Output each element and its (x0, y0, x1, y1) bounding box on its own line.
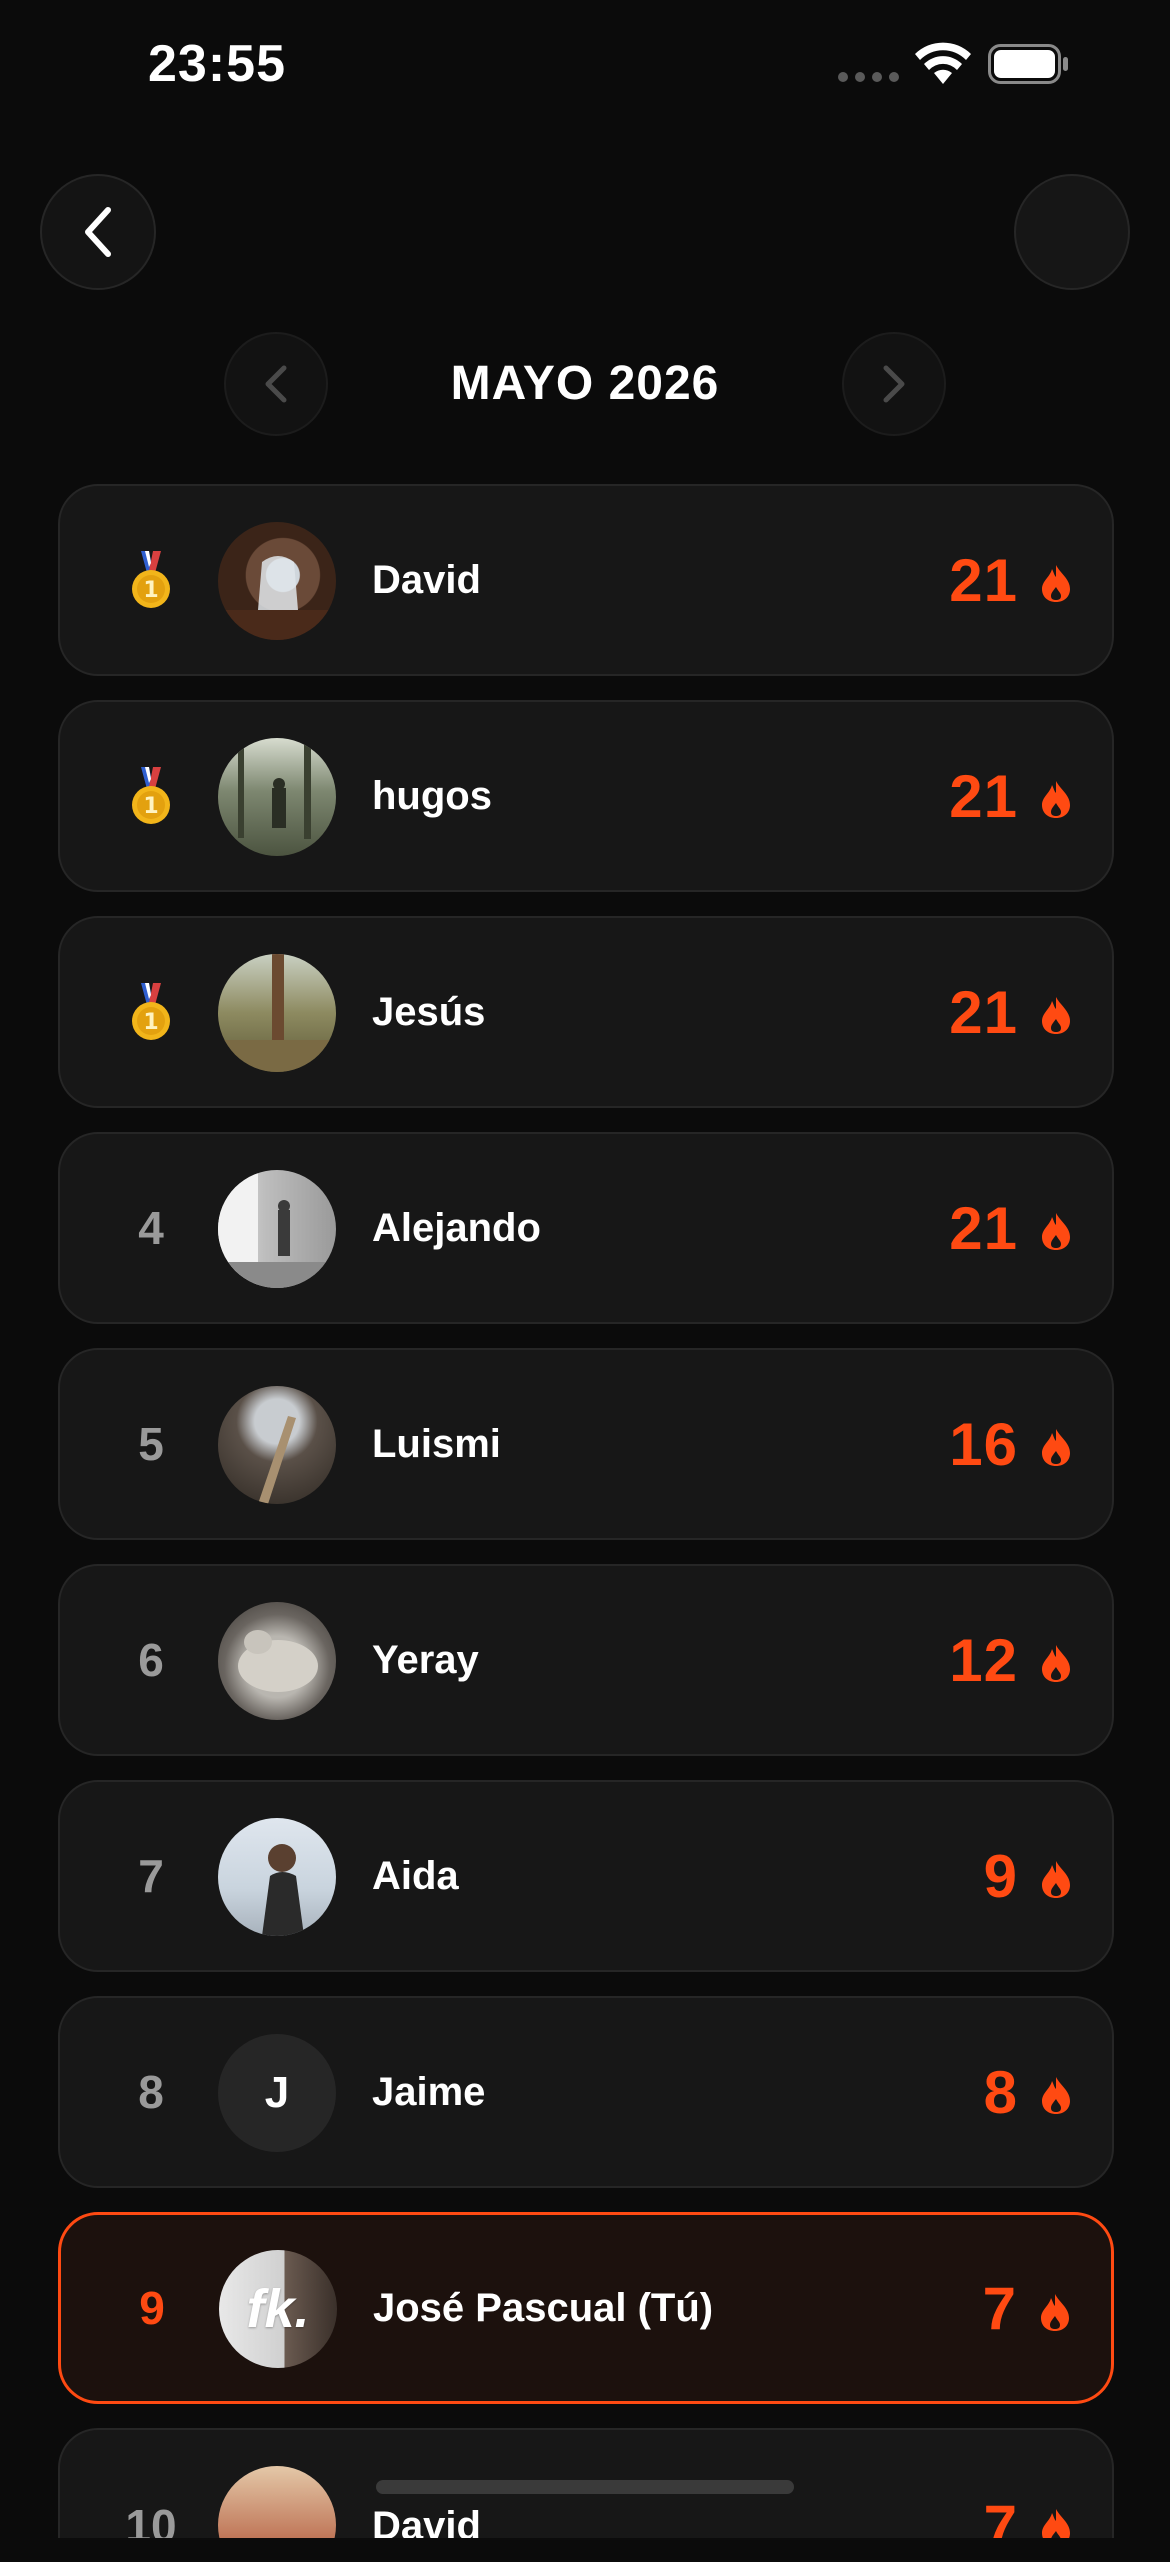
flame-icon (1041, 2294, 1069, 2331)
photo-avatar-image (218, 1170, 336, 1288)
svg-text:1: 1 (143, 578, 158, 603)
avatar (218, 1386, 336, 1504)
leaderboard-row[interactable]: 5 Luismi 16 (58, 1348, 1114, 1540)
flame-icon (1042, 2509, 1070, 2538)
rank-slot: 1 (100, 702, 202, 890)
player-name: Yeray (372, 1637, 479, 1682)
flame-icon (1042, 1861, 1070, 1898)
cellular-signal-icon (838, 72, 900, 82)
flame-icon (1042, 1213, 1070, 1250)
chevron-left-icon (85, 207, 111, 257)
gold-medal-icon: 1 (132, 767, 170, 824)
month-title: MAYO 2026 (450, 357, 720, 410)
avatar-text: fk. (246, 2279, 310, 2339)
score-value: 12 (949, 1626, 1018, 1694)
initial-avatar: J (218, 2034, 336, 2152)
home-indicator[interactable] (376, 2480, 794, 2494)
leaderboard-row[interactable]: 7 Aida 9 (58, 1780, 1114, 1972)
flame-icon (1042, 1645, 1070, 1682)
photo-avatar-image (238, 1630, 318, 1692)
avatar (218, 738, 336, 856)
wifi-icon (915, 42, 971, 84)
player-name: Jesús (372, 989, 486, 1034)
status-bar: 23:55 (0, 0, 1170, 130)
leaderboard-row[interactable]: 8 J Jaime 8 (58, 1996, 1114, 2188)
flame-icon (1042, 781, 1070, 818)
rank-slot: 4 (100, 1134, 202, 1322)
rank-number: 9 (139, 2282, 165, 2334)
rank-number: 6 (138, 1634, 164, 1686)
score-value: 21 (949, 978, 1018, 1046)
avatar (218, 1170, 336, 1288)
back-button[interactable] (40, 174, 156, 290)
flame-icon (1042, 997, 1070, 1034)
flame-icon (1042, 1429, 1070, 1466)
leaderboard-list: 1 David 21 1 hugos 21 1 Jesús 21 4 Aleja… (58, 484, 1114, 2562)
player-name: Alejando (372, 1205, 541, 1250)
rank-number: 4 (138, 1202, 164, 1254)
photo-avatar-image (218, 556, 336, 640)
rank-slot: 7 (100, 1782, 202, 1970)
player-name: Aida (372, 1853, 459, 1898)
profile-button[interactable] (1014, 174, 1130, 290)
battery-icon (988, 44, 1068, 84)
leaderboard-row[interactable]: 1 David 21 (58, 484, 1114, 676)
avatar (218, 954, 336, 1072)
rank-number: 7 (138, 1850, 164, 1902)
score-value: 16 (949, 1410, 1018, 1478)
score-value: 21 (949, 762, 1018, 830)
score-value: 21 (949, 546, 1018, 614)
leaderboard-row[interactable]: 4 Alejando 21 (58, 1132, 1114, 1324)
photo-avatar-image (262, 1844, 304, 1936)
chevron-right-icon (883, 365, 905, 403)
rank-slot: 5 (100, 1350, 202, 1538)
score-value: 7 (983, 2492, 1018, 2539)
avatar (218, 522, 336, 640)
rank-slot: 8 (100, 1998, 202, 2186)
avatar (218, 2466, 336, 2538)
rank-slot: 6 (100, 1566, 202, 1754)
rank-number: 8 (138, 2066, 164, 2118)
player-name: David (372, 557, 481, 602)
rank-slot: 1 (100, 486, 202, 674)
photo-avatar-image (238, 744, 311, 839)
gold-medal-icon: 1 (132, 983, 170, 1040)
score-value: 9 (983, 1842, 1018, 1910)
player-name: José Pascual (Tú) (373, 2285, 714, 2330)
avatar (218, 1818, 336, 1936)
player-name: Luismi (372, 1421, 501, 1466)
flame-icon (1042, 565, 1070, 602)
photo-avatar-image (218, 954, 336, 1072)
month-navigator: MAYO 2026 (0, 330, 1170, 440)
score-value: 21 (949, 1194, 1018, 1262)
status-time: 23:55 (148, 35, 286, 93)
avatar (218, 1602, 336, 1720)
svg-text:1: 1 (143, 1010, 158, 1035)
score-value: 7 (982, 2274, 1017, 2342)
svg-text:1: 1 (143, 794, 158, 819)
leaderboard-row-current-user[interactable]: 9 fk. José Pascual (Tú) 7 (58, 2212, 1114, 2404)
rank-number: 10 (125, 2500, 177, 2538)
leaderboard-row[interactable]: 6 Yeray 12 (58, 1564, 1114, 1756)
rank-slot: 9 (101, 2215, 203, 2401)
player-name: hugos (372, 773, 492, 818)
avatar: fk. (219, 2250, 337, 2368)
next-month-button[interactable] (842, 332, 946, 436)
gold-medal-icon: 1 (132, 551, 170, 608)
rank-slot: 10 (100, 2430, 202, 2538)
rank-number: 5 (138, 1418, 164, 1470)
player-name: Jaime (372, 2069, 484, 2114)
photo-avatar-image (258, 1416, 296, 1504)
score-value: 8 (983, 2058, 1018, 2126)
leaderboard-row[interactable]: 1 hugos 21 (58, 700, 1114, 892)
rank-slot: 1 (100, 918, 202, 1106)
leaderboard-row[interactable]: 1 Jesús 21 (58, 916, 1114, 1108)
flame-icon (1042, 2077, 1070, 2114)
